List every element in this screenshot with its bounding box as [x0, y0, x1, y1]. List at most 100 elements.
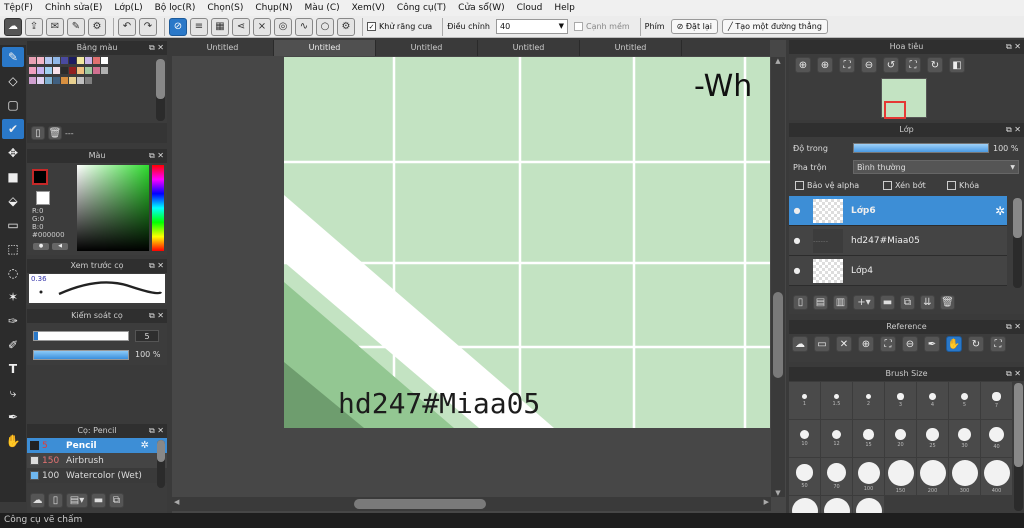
reset-button[interactable]: ⊘ Đặt lại — [670, 19, 718, 34]
menu-view[interactable]: Xem(V) — [352, 3, 385, 13]
menu-cloud[interactable]: Cloud — [517, 3, 543, 13]
brush-size-cell[interactable]: 150 — [885, 458, 916, 495]
tab-untitled-1[interactable]: Untitled — [172, 40, 274, 56]
artwork-canvas[interactable]: hd247#Miaa05 -Wh — [284, 57, 770, 428]
settings-icon[interactable]: ⚙ — [88, 17, 106, 36]
hue-slider[interactable] — [152, 165, 164, 251]
cloud-brush-icon[interactable]: ☁ — [30, 492, 45, 508]
menu-file[interactable]: Tệp(F) — [4, 3, 33, 13]
brush-size-cell[interactable]: 7 — [981, 382, 1012, 419]
redo-icon[interactable]: ↷ — [139, 17, 157, 36]
palette-swatch[interactable] — [101, 57, 108, 64]
protect-alpha-checkbox[interactable] — [795, 181, 804, 190]
zoom-out-icon[interactable]: ⊖ — [902, 336, 918, 352]
brush-size-cell[interactable]: 25 — [917, 420, 948, 457]
palette-swatch[interactable] — [37, 57, 44, 64]
tab-untitled-3[interactable]: Untitled — [376, 40, 478, 56]
close-icon[interactable]: ⧉ ✕ — [1006, 367, 1021, 381]
export-icon[interactable]: ⇪ — [25, 17, 43, 36]
palette-swatch[interactable] — [85, 67, 92, 74]
cross-snap-icon[interactable]: ⨯ — [253, 17, 271, 36]
palette-swatch[interactable] — [77, 67, 84, 74]
tab-untitled-4[interactable]: Untitled — [478, 40, 580, 56]
layer-scrollbar[interactable] — [1013, 198, 1022, 288]
new-8bit-layer-icon[interactable]: ▥ — [833, 294, 848, 310]
brush-size-cell[interactable]: 40 — [981, 420, 1012, 457]
brush-size-cell[interactable]: 300 — [949, 458, 980, 495]
canvas-hscrollbar[interactable]: ◀ ▶ — [172, 497, 771, 511]
antialias-checkbox[interactable]: ✓ — [367, 22, 376, 31]
palette-swatch[interactable] — [93, 57, 100, 64]
palette-swatch[interactable] — [69, 77, 76, 84]
zoom-in-icon[interactable]: ⊕ — [817, 57, 833, 73]
navigator-thumbnail[interactable] — [881, 78, 927, 119]
palette-scrollbar[interactable] — [156, 59, 165, 121]
brush-size-cell[interactable]: 2 — [853, 382, 884, 419]
background-swatch[interactable] — [36, 191, 50, 205]
zoom-out-icon[interactable]: ⊖ — [861, 57, 877, 73]
gradient-tool-icon[interactable]: ▭ — [2, 215, 24, 235]
visibility-icon[interactable]: ● — [789, 236, 805, 245]
palette-swatch[interactable] — [69, 57, 76, 64]
size-field[interactable]: 5 — [135, 330, 159, 342]
select-eraser-icon[interactable]: ✐ — [2, 335, 24, 355]
close-icon[interactable]: ⧉ ✕ — [149, 41, 164, 55]
gear-icon[interactable]: ✲ — [141, 440, 149, 451]
duplicate-icon[interactable]: ⧉ — [109, 492, 124, 508]
brush-size-scrollbar[interactable] — [1014, 383, 1023, 511]
close-icon[interactable]: ⧉ ✕ — [149, 259, 164, 273]
select-pen-icon[interactable]: ✑ — [2, 311, 24, 331]
undo-icon[interactable]: ↶ — [118, 17, 136, 36]
fullscreen-icon[interactable]: ⛶ — [905, 57, 921, 73]
snap-off-icon[interactable]: ⊘ — [169, 17, 187, 36]
brush-item-pencil[interactable]: 5 Pencil ✲ — [27, 438, 167, 453]
brush-list-scrollbar[interactable] — [157, 440, 165, 488]
palette-swatch[interactable] — [61, 67, 68, 74]
menu-filter[interactable]: Bộ lọc(R) — [155, 3, 196, 13]
radial-snap-icon[interactable]: ⋖ — [232, 17, 250, 36]
blend-select[interactable]: Bình thường ▼ — [853, 160, 1019, 174]
snap-settings-icon[interactable]: ⚙ — [337, 17, 355, 36]
new-brush-icon[interactable]: ▯ — [48, 492, 63, 508]
scroll-thumb[interactable] — [1014, 383, 1023, 467]
move-tool-icon[interactable]: ✥ — [2, 143, 24, 163]
scroll-thumb[interactable] — [773, 292, 783, 378]
menu-window[interactable]: Cửa sổ(W) — [458, 3, 504, 13]
concentric-snap-icon[interactable]: ◎ — [274, 17, 292, 36]
canvas-vscrollbar[interactable]: ▲ ▼ — [771, 57, 785, 497]
chat-icon[interactable]: ✎ — [67, 17, 85, 36]
brush-size-cell[interactable]: 20 — [885, 420, 916, 457]
brush-size-cell[interactable]: 15 — [853, 420, 884, 457]
palette-swatch[interactable] — [29, 67, 36, 74]
fit-icon[interactable]: ⛶ — [839, 57, 855, 73]
brush-options-icon[interactable]: ▤▾ — [66, 492, 88, 508]
palette-swatch[interactable] — [45, 67, 52, 74]
palette-swatch[interactable] — [53, 67, 60, 74]
curve-snap-icon[interactable]: ∿ — [295, 17, 313, 36]
adjust-select[interactable]: 40 ▼ — [495, 19, 568, 34]
brush-item-airbrush[interactable]: 150 Airbrush — [27, 453, 167, 468]
brush-size-cell[interactable]: 100 — [853, 458, 884, 495]
brush-size-cell[interactable]: 200 — [917, 458, 948, 495]
layer-row-text[interactable]: ● ~~~~~~ hd247#Miaa05 — [789, 226, 1007, 256]
brush-size-cell[interactable]: 70 — [821, 458, 852, 495]
close-icon[interactable]: ⧉ ✕ — [1006, 320, 1021, 334]
mode-button[interactable]: ◀ — [52, 243, 68, 250]
size-slider[interactable] — [33, 331, 129, 341]
scroll-down-icon[interactable]: ▼ — [771, 489, 785, 497]
palette-swatch[interactable] — [69, 67, 76, 74]
sv-square[interactable] — [77, 165, 149, 251]
palette-swatch[interactable] — [93, 67, 100, 74]
palette-swatch[interactable] — [61, 77, 68, 84]
eyedropper-icon[interactable]: ✒ — [924, 336, 940, 352]
brush-size-cell[interactable]: 12 — [821, 420, 852, 457]
brush-size-cell[interactable]: 5 — [949, 382, 980, 419]
brush-size-cell[interactable]: 10 — [789, 420, 820, 457]
opacity-slider[interactable] — [33, 350, 129, 360]
palette-swatch[interactable] — [85, 57, 92, 64]
scroll-thumb[interactable] — [156, 59, 165, 99]
parallel-snap-icon[interactable]: ≡ — [190, 17, 208, 36]
lasso-tool-icon[interactable]: ◌ — [2, 263, 24, 283]
duplicate-layer-icon[interactable]: ⧉ — [900, 294, 915, 310]
fit-icon[interactable]: ⛶ — [880, 336, 896, 352]
